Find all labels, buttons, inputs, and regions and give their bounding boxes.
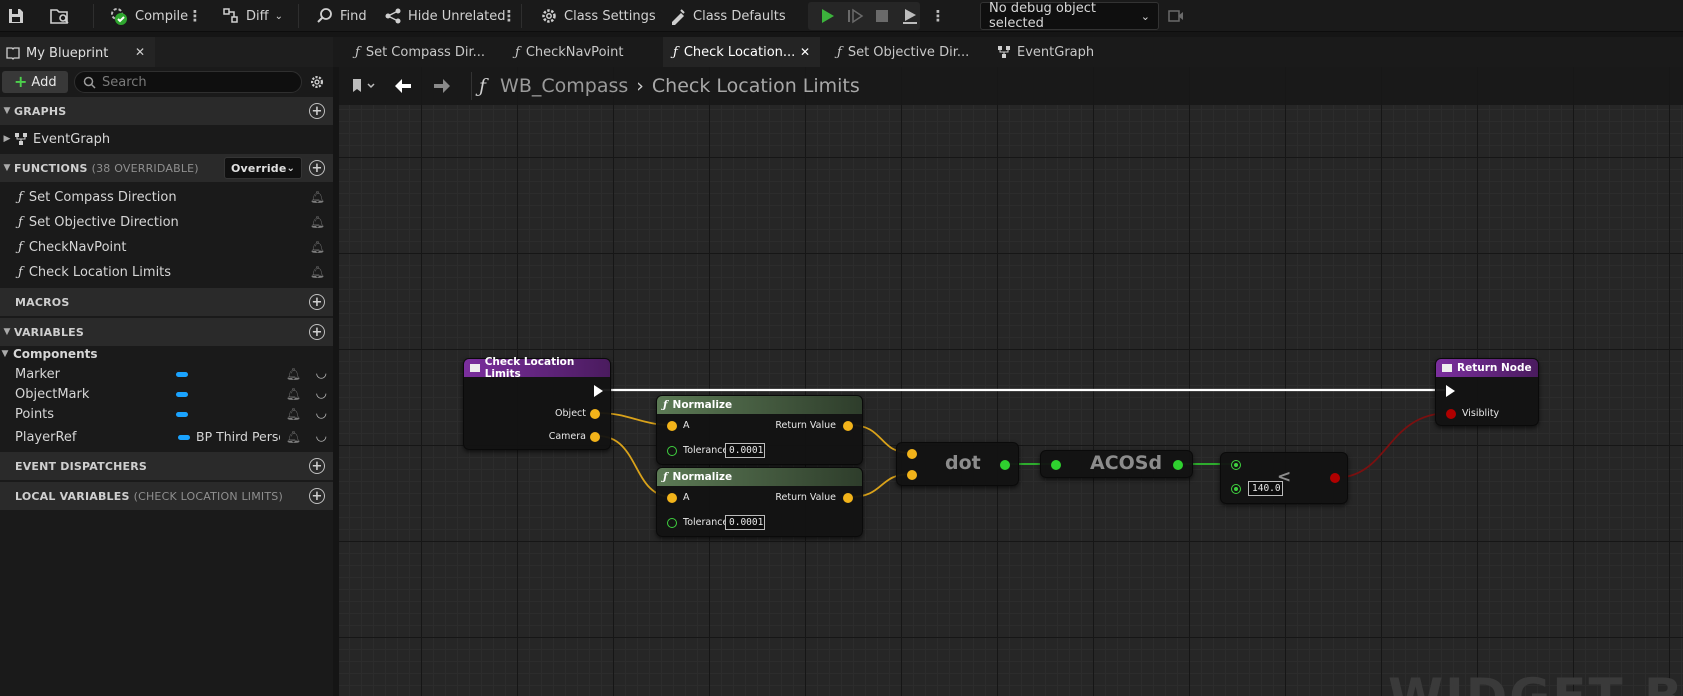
- normalize-node[interactable]: ƒ Normalize A Return Value Tolerance 0.0…: [656, 467, 863, 537]
- b-in-pin[interactable]: [907, 470, 917, 480]
- dot-product-node[interactable]: dot: [896, 442, 1019, 486]
- pin-label-a: A: [683, 492, 690, 503]
- tolerance-input[interactable]: 0.0001: [725, 515, 765, 530]
- float-in-pin[interactable]: [1051, 460, 1061, 470]
- node-title-bar: ƒ Normalize: [657, 396, 862, 414]
- pin-label-visibility: Visiblity: [1462, 408, 1500, 419]
- node-title: Normalize: [672, 399, 733, 411]
- node-title-bar: ƒ Normalize: [657, 468, 862, 486]
- pin-label-tolerance: Tolerance: [683, 517, 729, 528]
- pin-label-return: Return Value: [775, 420, 836, 431]
- return-value-pin[interactable]: [843, 421, 853, 431]
- normalize-node[interactable]: ƒ Normalize A Return Value Tolerance 0.0…: [656, 395, 863, 465]
- float-out-pin[interactable]: [1000, 460, 1010, 470]
- node-title-bar: Return Node: [1436, 359, 1538, 377]
- exec-in-pin[interactable]: [1446, 385, 1455, 397]
- node-title: Return Node: [1457, 362, 1532, 374]
- pin-label-camera: Camera: [548, 431, 586, 442]
- exec-out-pin[interactable]: [594, 385, 603, 397]
- tolerance-input[interactable]: 0.0001: [725, 443, 765, 458]
- node-compact-label: dot: [945, 452, 981, 474]
- function-entry-node[interactable]: Check Location Limits Object Camera: [463, 356, 611, 450]
- return-node[interactable]: Return Node Visiblity: [1435, 358, 1539, 426]
- pin-label-return: Return Value: [775, 492, 836, 503]
- a-in-pin[interactable]: [907, 449, 917, 459]
- pin-label-tolerance: Tolerance: [683, 445, 729, 456]
- a-in-pin[interactable]: [667, 421, 677, 431]
- a-in-pin[interactable]: [667, 493, 677, 503]
- node-title: Check Location Limits: [484, 356, 575, 380]
- function-entry-icon: [470, 364, 480, 372]
- function-icon: ƒ: [663, 471, 668, 483]
- less-than-node[interactable]: 140.0 <: [1220, 452, 1348, 504]
- pin-label-a: A: [683, 420, 690, 431]
- node-title: Normalize: [672, 471, 733, 483]
- float-in-pin[interactable]: [1231, 460, 1241, 470]
- visibility-in-pin[interactable]: [1446, 409, 1456, 419]
- node-title-bar: Check Location Limits: [464, 356, 610, 380]
- bool-out-pin[interactable]: [1330, 473, 1340, 483]
- node-compact-label: ACOSd: [1090, 452, 1163, 474]
- return-value-pin[interactable]: [843, 493, 853, 503]
- function-entry-icon: [1442, 364, 1452, 372]
- float-in-pin-b[interactable]: [1231, 484, 1241, 494]
- bool-wire-visibility: [1333, 412, 1451, 479]
- acos-node[interactable]: ACOSd: [1040, 450, 1193, 478]
- camera-out-pin[interactable]: [590, 432, 600, 442]
- graph-wires: [597, 388, 1451, 498]
- object-out-pin[interactable]: [590, 409, 600, 419]
- tolerance-in-pin[interactable]: [667, 518, 677, 528]
- pin-label-object: Object: [555, 408, 586, 419]
- tolerance-in-pin[interactable]: [667, 446, 677, 456]
- float-out-pin[interactable]: [1173, 460, 1183, 470]
- function-icon: ƒ: [663, 399, 668, 411]
- node-compact-label: <: [1277, 467, 1292, 487]
